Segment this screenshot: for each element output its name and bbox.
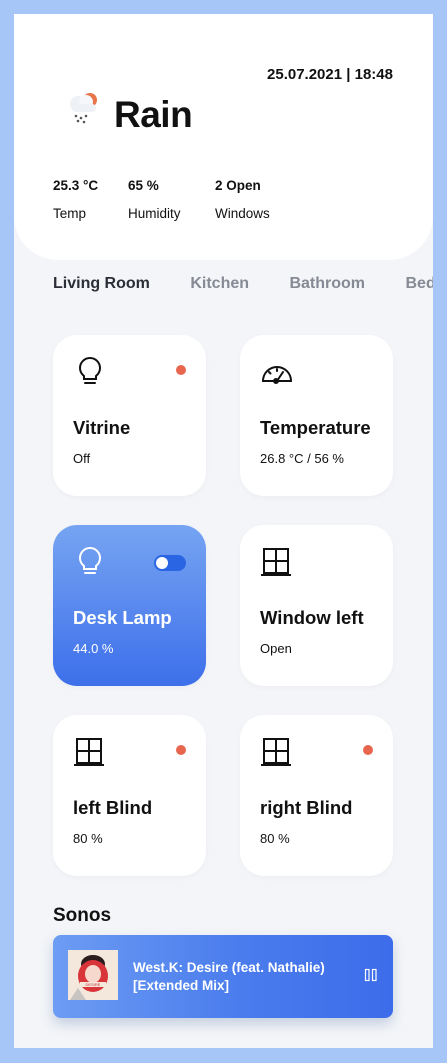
lightbulb-icon [78, 547, 102, 574]
lightbulb-icon [78, 357, 102, 384]
pause-icon[interactable] [364, 968, 378, 982]
device-card-vitrine[interactable]: Vitrine Off [53, 335, 206, 496]
weather-title: Rain [114, 94, 193, 135]
window-icon [261, 738, 291, 766]
stat-value: 2 Open [215, 178, 261, 193]
app-screen: 25.07.2021 | 18:48 Rain 25.3 °C Temp 65 … [14, 14, 433, 1048]
stat-label: Temp [53, 206, 87, 221]
device-card-right-blind[interactable]: right Blind 80 % [240, 715, 393, 876]
stat-label: Windows [215, 206, 270, 221]
device-card-window-left[interactable]: Window left Open [240, 525, 393, 686]
track-title: West.K: Desire (feat. Nathalie) [Extende… [133, 960, 325, 993]
tab-bathroom[interactable]: Bathroom [289, 275, 365, 293]
window-icon [74, 738, 104, 766]
window-icon [261, 548, 291, 576]
stat-value: 25.3 °C [53, 178, 99, 193]
album-cover: DESIRE [68, 950, 118, 1000]
power-toggle[interactable] [154, 555, 186, 571]
device-name: Temperature [260, 417, 371, 438]
gauge-icon [261, 366, 293, 384]
device-status: Open [260, 641, 292, 656]
device-status: 44.0 % [73, 641, 114, 656]
tab-bedroom[interactable]: Bed [405, 275, 433, 293]
sonos-player[interactable]: DESIRE West.K: Desire (feat. Nathalie) [… [53, 935, 393, 1018]
device-status: Off [73, 451, 91, 466]
stat-temp: 25.3 °C Temp [53, 178, 98, 221]
status-dot [363, 745, 373, 755]
room-tabs: Living Room Kitchen Bathroom Bed [53, 275, 433, 299]
stat-humidity: 65 % Humidity [128, 178, 181, 221]
album-art: DESIRE [68, 950, 118, 1000]
sonos-title: Sonos [53, 905, 112, 926]
cover-title: DESIRE [86, 982, 101, 987]
stat-value: 65 % [128, 178, 159, 193]
status-dot [176, 365, 186, 375]
datetime: 25.07.2021 | 18:48 [267, 66, 393, 83]
device-status: 80 % [260, 831, 290, 846]
device-name: left Blind [73, 797, 153, 818]
tab-living-room[interactable]: Living Room [53, 275, 150, 293]
rain-cloud-icon [70, 93, 97, 124]
status-dot [176, 745, 186, 755]
stat-label: Humidity [128, 206, 181, 221]
stat-windows: 2 Open Windows [215, 178, 270, 221]
device-card-left-blind[interactable]: left Blind 80 % [53, 715, 206, 876]
device-card-desk-lamp[interactable]: Desk Lamp 44.0 % [53, 525, 206, 686]
device-status: 80 % [73, 831, 103, 846]
toggle-knob [156, 557, 168, 569]
device-card-temperature[interactable]: Temperature 26.8 °C / 56 % [240, 335, 393, 496]
tab-kitchen[interactable]: Kitchen [190, 275, 249, 293]
device-name: right Blind [260, 797, 353, 818]
device-name: Desk Lamp [73, 607, 172, 628]
device-status: 26.8 °C / 56 % [260, 451, 344, 466]
device-name: Window left [260, 607, 364, 628]
device-name: Vitrine [73, 417, 131, 438]
weather-header: 25.07.2021 | 18:48 Rain 25.3 °C Temp 65 … [14, 14, 433, 260]
